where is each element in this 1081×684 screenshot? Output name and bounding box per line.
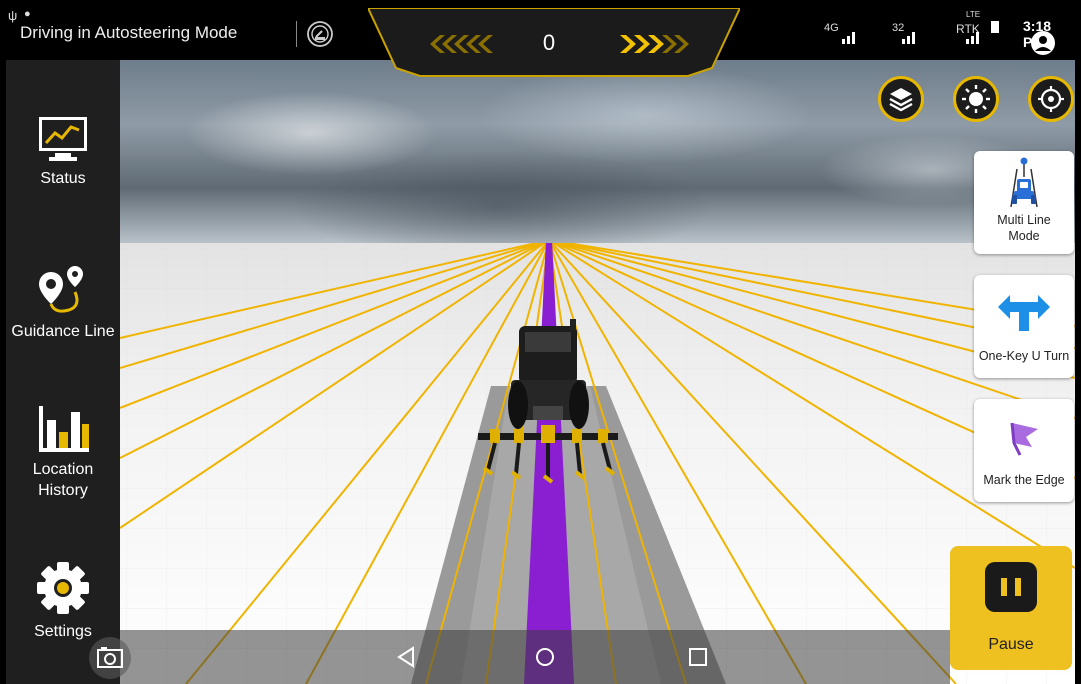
speedometer-icon[interactable] <box>306 20 334 48</box>
bar-chart-icon <box>39 406 89 452</box>
brightness-button[interactable] <box>953 76 999 122</box>
sidebar-item-label: Status <box>40 170 86 187</box>
speed-value: 0 <box>542 30 556 55</box>
sun-icon <box>962 85 990 113</box>
divider <box>296 21 297 47</box>
locate-button[interactable] <box>1028 76 1074 122</box>
back-icon[interactable] <box>391 642 421 672</box>
satellite-signal-icon <box>902 32 915 44</box>
map-layers-button[interactable] <box>878 76 924 122</box>
mark-the-edge-button[interactable]: Mark the Edge <box>974 399 1074 502</box>
screenshot-camera-icon[interactable] <box>88 636 132 680</box>
sidebar-item-label-line2: History <box>38 482 88 499</box>
route-pins-icon <box>39 266 83 313</box>
monitor-chart-icon <box>39 117 87 161</box>
tractor-lines-icon <box>1010 157 1038 208</box>
sidebar-item-guidance-line[interactable]: Guidance Line <box>6 264 120 354</box>
mode-title: Driving in Autosteering Mode <box>20 23 238 42</box>
one-key-u-turn-label: One-Key U Turn <box>978 349 1070 363</box>
android-debug-icon: ● <box>24 8 31 20</box>
android-nav-bar <box>120 630 950 684</box>
sidebar-item-label: Guidance Line <box>11 323 115 340</box>
sidebar-item-label-line1: Location <box>32 461 94 478</box>
pause-button[interactable]: Pause <box>950 546 1072 670</box>
gear-icon <box>37 562 89 614</box>
sidebar-item-status[interactable]: Status <box>6 115 120 205</box>
account-icon[interactable] <box>1030 30 1056 56</box>
app-frame: ψ ● Driving in Autosteering Mode 0 4G 32… <box>6 8 1075 684</box>
pause-icon <box>985 562 1037 612</box>
flag-icon <box>1010 422 1038 456</box>
one-key-u-turn-button[interactable]: One-Key U Turn <box>974 275 1074 378</box>
home-icon[interactable] <box>530 642 560 672</box>
pause-label: Pause <box>988 636 1034 653</box>
multi-line-mode-button[interactable]: Multi Line Mode <box>974 151 1074 254</box>
status-bar: ψ ● Driving in Autosteering Mode 0 4G 32… <box>6 8 1075 77</box>
rtk-signal-icon <box>966 32 979 44</box>
sidebar-item-location-history[interactable]: Location History <box>6 402 120 512</box>
recents-icon[interactable] <box>683 642 713 672</box>
lte-label: LTE <box>966 10 981 19</box>
usb-icon: ψ <box>8 8 18 23</box>
layers-icon <box>889 88 913 112</box>
u-turn-arrow-icon <box>998 295 1050 331</box>
sidebar: Status Guidance Line Location History Se… <box>6 60 120 684</box>
signal-4g-label: 4G <box>824 22 839 34</box>
crosshair-icon <box>1038 86 1064 112</box>
multi-line-mode-label-line2: Mode <box>1008 229 1040 243</box>
multi-line-mode-label-line1: Multi Line <box>997 213 1051 227</box>
cell-signal-icon <box>842 32 855 44</box>
mark-the-edge-label: Mark the Edge <box>983 473 1065 487</box>
battery-icon <box>991 21 999 33</box>
